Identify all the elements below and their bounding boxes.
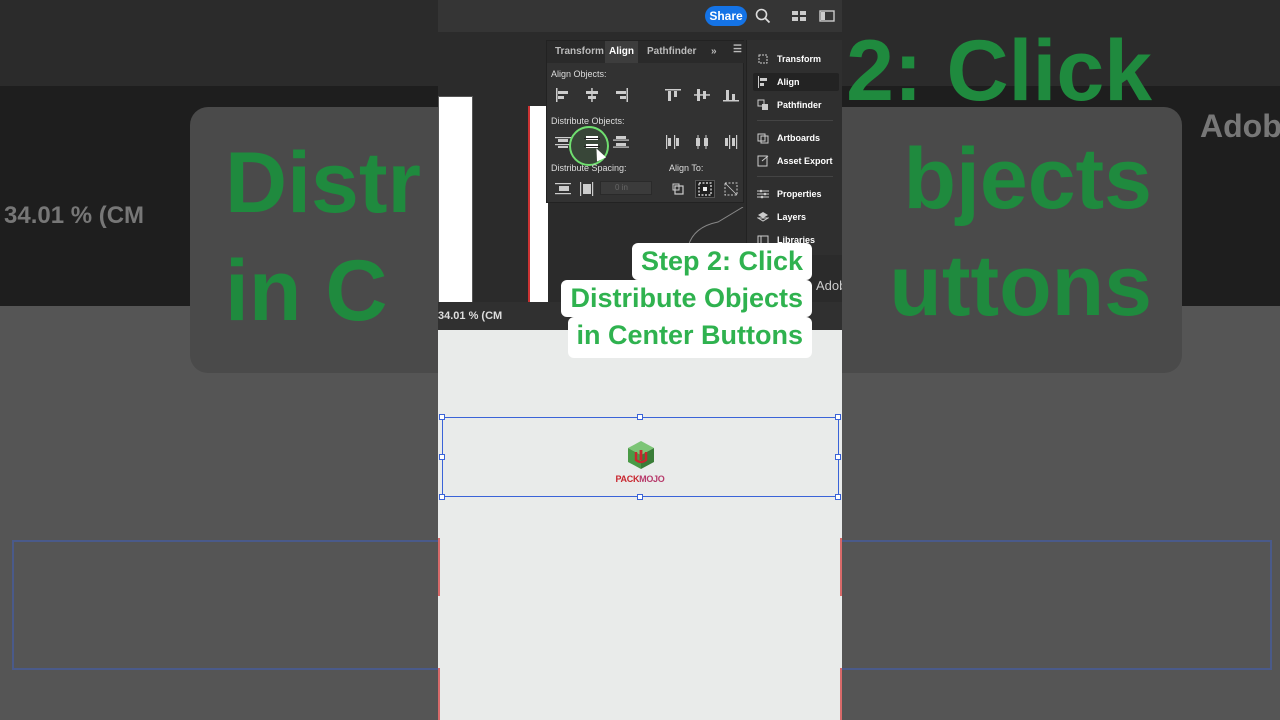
tab-transform[interactable]: Transform — [555, 46, 604, 57]
bg-adob-echo: Adob — [1200, 108, 1280, 144]
selection-handle[interactable] — [637, 494, 643, 500]
artboard-edge-marker — [840, 538, 842, 596]
logo-wordmark: PACKMOJO — [612, 474, 668, 484]
dock-item-label: Align — [777, 77, 800, 87]
distribute-left-icon[interactable] — [665, 135, 681, 149]
distribute-horizontal-center-icon[interactable] — [694, 135, 710, 149]
align-to-key-object-icon[interactable] — [723, 182, 739, 196]
align-vertical-center-icon[interactable] — [694, 88, 710, 102]
dock-item-align[interactable]: Align — [753, 73, 839, 91]
dock-item-label: Layers — [777, 212, 807, 222]
transform-icon — [758, 54, 768, 64]
app-topbar: Share — [438, 0, 842, 32]
callout-line-1: Step 2: Click — [631, 243, 812, 280]
vertical-distribute-space-icon[interactable] — [555, 182, 571, 196]
horizontal-distribute-space-icon[interactable] — [579, 182, 595, 196]
distribute-objects-label: Distribute Objects: — [551, 116, 625, 126]
distribute-right-icon[interactable] — [723, 135, 739, 149]
dock-item-label: Transform — [777, 54, 822, 64]
dock-item-transform[interactable]: Transform — [753, 50, 839, 68]
dock-divider — [757, 120, 833, 121]
bg-selection-echo — [842, 540, 1272, 670]
distribute-bottom-icon[interactable] — [613, 135, 629, 149]
dock-item-pathfinder[interactable]: Pathfinder — [753, 96, 839, 114]
artboard-edge-marker — [438, 668, 440, 720]
panel-tabs: Transform Align Pathfinder » ☰ — [547, 41, 745, 63]
align-icon — [758, 76, 767, 88]
align-bottom-icon[interactable] — [723, 88, 739, 102]
dock-item-artboards[interactable]: Artboards — [753, 129, 839, 147]
asset-export-icon — [757, 155, 769, 167]
chevron-right-icon[interactable]: » — [711, 46, 717, 57]
step-callout: Step 2: Click Distribute Objects in Cent… — [498, 243, 812, 365]
distribute-spacing-label: Distribute Spacing: — [551, 163, 627, 173]
share-button[interactable]: Share — [705, 6, 747, 26]
illustrator-window: Share 34.01 % (CM Adob Transform Align P… — [438, 0, 842, 720]
dock-item-label: Pathfinder — [777, 100, 822, 110]
panel-menu-icon[interactable]: ☰ — [733, 44, 742, 55]
selection-handle[interactable] — [835, 454, 841, 460]
search-icon[interactable] — [754, 7, 772, 25]
properties-icon — [757, 189, 769, 199]
dock-item-properties[interactable]: Properties — [753, 185, 839, 203]
selection-handle[interactable] — [835, 494, 841, 500]
bg-selection-echo — [12, 540, 438, 670]
align-objects-label: Align Objects: — [551, 69, 607, 79]
selection-handle[interactable] — [439, 454, 445, 460]
app-label-truncated: Adob — [816, 278, 842, 293]
align-to-selection-icon[interactable] — [671, 182, 687, 196]
align-left-icon[interactable] — [555, 88, 571, 102]
dock-item-asset-export[interactable]: Asset Export — [753, 152, 839, 170]
background-left-panel: Distr in C 34.01 % (CM — [0, 0, 438, 720]
align-panel: Transform Align Pathfinder » ☰ Align Obj… — [546, 40, 745, 203]
bg-overlay-text-right: 2: Click bjects uttons — [846, 23, 1152, 334]
layers-icon — [757, 212, 769, 222]
logo-text-pack: PACK — [615, 474, 640, 484]
selection-handle[interactable] — [835, 414, 841, 420]
bg-overlay-text-left: Distr in C — [225, 135, 421, 339]
pathfinder-icon — [757, 99, 768, 110]
logo-text-mojo: MOJO — [639, 474, 665, 484]
bg-top-region — [0, 0, 438, 86]
curve-path — [688, 207, 744, 247]
dock-divider — [757, 176, 833, 177]
tab-align[interactable]: Align — [605, 41, 638, 63]
callout-line-2: Distribute Objects — [561, 280, 812, 317]
dock-item-label: Artboards — [777, 133, 821, 143]
panel-dock: Transform Align Pathfinder Artboards Ass… — [746, 40, 842, 255]
dock-item-label: Asset Export — [777, 156, 833, 166]
artboard-edge-marker — [438, 538, 440, 596]
bg-zoom-echo: 34.01 % (CM — [4, 202, 145, 229]
spacing-value-input[interactable]: 0 in — [600, 181, 652, 195]
background-right-panel: 2: Click bjects uttons Adob — [842, 0, 1280, 720]
artboard-thumbnail — [438, 96, 473, 306]
artboards-icon — [757, 133, 769, 144]
tab-pathfinder[interactable]: Pathfinder — [647, 46, 696, 57]
align-right-icon[interactable] — [613, 88, 629, 102]
cube-logo-icon — [628, 441, 654, 469]
selection-handle[interactable] — [439, 494, 445, 500]
zoom-level[interactable]: 34.01 % (CM — [438, 310, 502, 322]
align-horizontal-center-icon[interactable] — [584, 88, 600, 102]
panel-toggle-icon[interactable] — [818, 7, 836, 25]
dock-item-label: Properties — [777, 189, 822, 199]
selection-handle[interactable] — [637, 414, 643, 420]
workspace-icon[interactable] — [790, 7, 808, 25]
selection-handle[interactable] — [439, 414, 445, 420]
align-to-artboard-icon[interactable] — [697, 182, 713, 196]
callout-line-3: in Center Buttons — [567, 317, 812, 358]
dock-item-layers[interactable]: Layers — [753, 208, 839, 226]
artboard-edge-marker — [840, 668, 842, 720]
align-top-icon[interactable] — [665, 88, 681, 102]
packmojo-logo[interactable]: PACKMOJO — [612, 440, 668, 488]
align-to-label: Align To: — [669, 163, 704, 173]
